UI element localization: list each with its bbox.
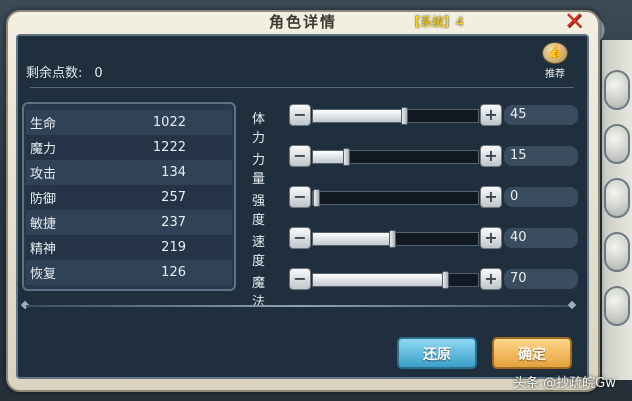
slider-thumb[interactable] (401, 107, 408, 125)
stat-value: 237 (161, 215, 186, 230)
stat-name: 精神 (30, 242, 57, 257)
slider-value: 70 (504, 269, 578, 289)
slider-track[interactable] (312, 107, 479, 125)
side-button[interactable] (604, 232, 630, 272)
increase-button[interactable]: + (480, 104, 502, 126)
side-button[interactable] (604, 178, 630, 218)
recommend-label: 推荐 (545, 69, 565, 80)
slider-label: 体力 (252, 112, 266, 146)
stat-value: 1222 (152, 140, 186, 155)
stat-name: 生命 (30, 117, 57, 132)
decrease-button[interactable]: − (289, 104, 311, 126)
stats-panel: 生命 1022 魔力 1222 攻击 134 防御 257 敏捷 237 精神 … (22, 102, 236, 291)
slider-fill (313, 233, 392, 245)
stat-name: 敏捷 (30, 217, 57, 232)
stat-row-attack: 攻击 134 (26, 160, 232, 185)
stat-row-hp: 生命 1022 (26, 110, 232, 135)
remaining-points-value: 0 (94, 66, 103, 81)
slider-thumb[interactable] (313, 189, 320, 207)
slider-label: 力量 (252, 153, 266, 187)
decrease-button[interactable]: − (289, 145, 311, 167)
stat-value: 219 (161, 240, 186, 255)
slider-thumb[interactable] (389, 230, 396, 248)
stat-row-agility: 敏捷 237 (26, 210, 232, 235)
stat-value: 126 (161, 265, 186, 280)
title-bar: 角色详情 (48, 12, 558, 34)
slider-track[interactable] (312, 271, 479, 289)
stat-name: 攻击 (30, 167, 57, 182)
slider-track[interactable] (312, 189, 479, 207)
divider (26, 305, 572, 307)
stat-name: 魔力 (30, 142, 57, 157)
slider-fill (313, 110, 404, 122)
slider-track[interactable] (312, 148, 479, 166)
slider-thumb[interactable] (442, 271, 449, 289)
slider-value: 40 (504, 228, 578, 248)
slider-value: 0 (504, 187, 578, 207)
side-menu-strip (602, 40, 632, 380)
decrease-button[interactable]: − (289, 227, 311, 249)
recommend-button[interactable]: 👍 推荐 (540, 42, 570, 80)
stat-name: 恢复 (30, 267, 57, 282)
stat-value: 134 (161, 165, 186, 180)
stat-row-recovery: 恢复 126 (26, 260, 232, 285)
slider-fill (313, 151, 346, 163)
slider-track[interactable] (312, 230, 479, 248)
slider-value: 45 (504, 105, 578, 125)
slider-label: 强度 (252, 194, 266, 228)
stat-value: 257 (161, 190, 186, 205)
remaining-points: 剩余点数: 0 (26, 62, 103, 81)
increase-button[interactable]: + (480, 186, 502, 208)
stat-row-defense: 防御 257 (26, 185, 232, 210)
stat-row-mp: 魔力 1222 (26, 135, 232, 160)
thumbs-up-icon: 👍 (542, 42, 568, 64)
side-button[interactable] (604, 286, 630, 326)
slider-label: 速度 (252, 235, 266, 269)
reset-button[interactable]: 还原 (397, 337, 477, 369)
dialog-title: 角色详情 (268, 13, 337, 31)
increase-button[interactable]: + (480, 145, 502, 167)
slider-thumb[interactable] (343, 148, 350, 166)
remaining-points-label: 剩余点数: (26, 66, 83, 81)
stat-name: 防御 (30, 192, 57, 207)
slider-value: 15 (504, 146, 578, 166)
decrease-button[interactable]: − (289, 268, 311, 290)
divider (30, 87, 574, 88)
watermark: 头条 @抄疏皖Gw (513, 376, 616, 391)
increase-button[interactable]: + (480, 227, 502, 249)
decrease-button[interactable]: − (289, 186, 311, 208)
slider-fill (313, 274, 445, 286)
confirm-button[interactable]: 确定 (492, 337, 572, 369)
close-button[interactable]: ✕ (563, 9, 585, 33)
stat-row-spirit: 精神 219 (26, 235, 232, 260)
increase-button[interactable]: + (480, 268, 502, 290)
system-message-tag: 【系统】4 (408, 15, 464, 29)
stat-value: 1022 (152, 115, 186, 130)
side-button[interactable] (604, 70, 630, 110)
side-button[interactable] (604, 124, 630, 164)
